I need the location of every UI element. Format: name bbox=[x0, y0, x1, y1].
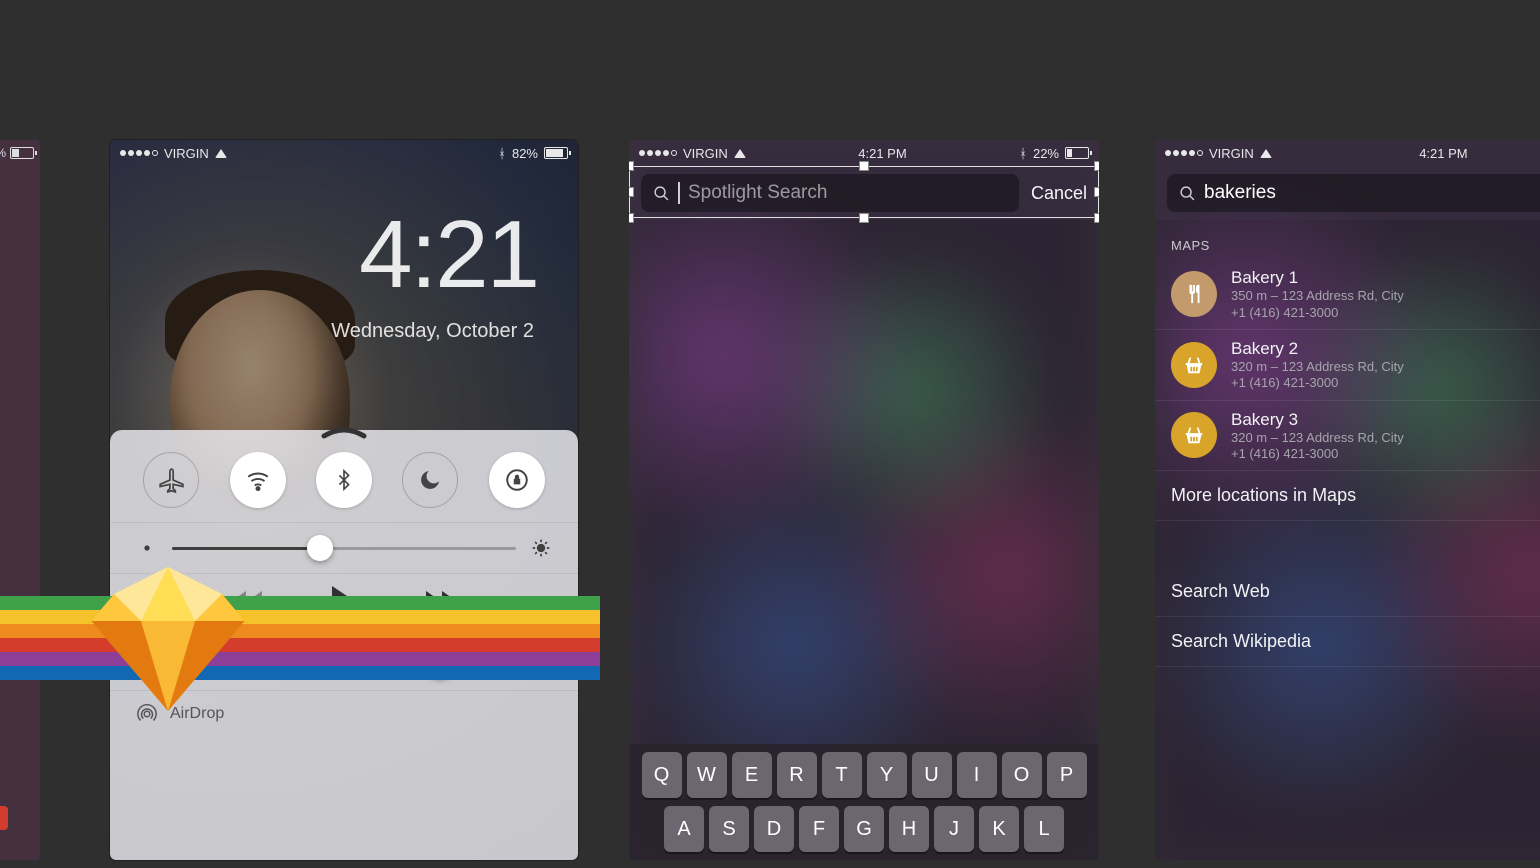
carrier-label: VIRGIN bbox=[683, 146, 728, 161]
key-o[interactable]: O bbox=[1002, 752, 1042, 798]
battery-icon bbox=[544, 147, 568, 159]
result-address: 320 m – 123 Address Rd, City bbox=[1231, 359, 1404, 375]
artboard-spotlight-results[interactable]: Spotlight Results VIRGIN 4:21 PM bakerie… bbox=[1155, 140, 1540, 860]
wifi-toggle[interactable] bbox=[230, 452, 286, 508]
key-w[interactable]: W bbox=[687, 752, 727, 798]
key-s[interactable]: S bbox=[709, 806, 749, 852]
result-row[interactable]: Bakery 2320 m – 123 Address Rd, City+1 (… bbox=[1155, 330, 1540, 401]
keyboard-row-1: QWERTYUIOP bbox=[633, 752, 1095, 798]
result-title: Bakery 1 bbox=[1231, 267, 1404, 288]
search-web-button[interactable]: Search Web bbox=[1155, 567, 1540, 617]
result-row[interactable]: Bakery 3320 m – 123 Address Rd, City+1 (… bbox=[1155, 401, 1540, 472]
search-query: bakeries bbox=[1204, 182, 1276, 204]
result-phone: +1 (416) 421-3000 bbox=[1231, 375, 1404, 391]
bluetooth-toggle[interactable] bbox=[316, 452, 372, 508]
result-phone: +1 (416) 421-3000 bbox=[1231, 305, 1404, 321]
search-bar: Spotlight Search Cancel bbox=[629, 166, 1099, 220]
grabber-icon[interactable] bbox=[320, 424, 368, 440]
result-title: Bakery 2 bbox=[1231, 338, 1404, 359]
key-t[interactable]: T bbox=[822, 752, 862, 798]
search-placeholder: Spotlight Search bbox=[688, 182, 827, 204]
red-badge: 12 bbox=[0, 806, 8, 830]
key-j[interactable]: J bbox=[934, 806, 974, 852]
result-address: 320 m – 123 Address Rd, City bbox=[1231, 430, 1404, 446]
battery-icon bbox=[10, 147, 34, 159]
artboard-control-centre[interactable]: Control Centre VIRGIN ᚼ 82% 4:21 Wednesd… bbox=[110, 140, 578, 860]
keyboard-row-2: ASDFGHJKL bbox=[633, 806, 1095, 852]
status-bar-edge: % bbox=[0, 146, 34, 160]
cancel-button[interactable]: Cancel bbox=[1031, 183, 1087, 204]
bluetooth-icon: ᚼ bbox=[498, 146, 506, 161]
key-l[interactable]: L bbox=[1024, 806, 1064, 852]
sketch-logo-icon bbox=[78, 540, 258, 720]
carrier-label: VIRGIN bbox=[1209, 146, 1254, 161]
search-icon bbox=[653, 185, 670, 202]
key-g[interactable]: G bbox=[844, 806, 884, 852]
text-caret bbox=[678, 182, 680, 204]
search-input[interactable]: Spotlight Search bbox=[641, 174, 1019, 212]
keyboard[interactable]: QWERTYUIOP ASDFGHJKL bbox=[629, 744, 1099, 860]
fork-knife-icon bbox=[1171, 271, 1217, 317]
battery-pct: 82% bbox=[512, 146, 538, 161]
search-wikipedia-button[interactable]: Search Wikipedia bbox=[1155, 617, 1540, 667]
search-bar: bakeries bbox=[1155, 166, 1540, 220]
battery-icon bbox=[1065, 147, 1089, 159]
status-bar: VIRGIN ᚼ 82% bbox=[110, 140, 578, 166]
signal-dots-icon bbox=[639, 150, 677, 156]
airplane-toggle[interactable] bbox=[143, 452, 199, 508]
key-r[interactable]: R bbox=[777, 752, 817, 798]
result-row[interactable]: Bakery 1350 m – 123 Address Rd, City+1 (… bbox=[1155, 259, 1540, 330]
lock-date: Wednesday, October 2 bbox=[331, 320, 534, 343]
bluetooth-icon: ᚼ bbox=[1019, 146, 1027, 161]
status-time: 4:21 PM bbox=[858, 146, 906, 161]
battery-pct: % bbox=[0, 146, 6, 160]
search-input[interactable]: bakeries bbox=[1167, 174, 1540, 212]
wifi-icon bbox=[734, 149, 746, 158]
artboard-spotlight-search[interactable]: Spotlight Search VIRGIN 4:21 PM ᚼ 22% Sp… bbox=[629, 140, 1099, 860]
key-h[interactable]: H bbox=[889, 806, 929, 852]
key-y[interactable]: Y bbox=[867, 752, 907, 798]
key-k[interactable]: K bbox=[979, 806, 1019, 852]
wifi-icon bbox=[1260, 149, 1272, 158]
key-i[interactable]: I bbox=[957, 752, 997, 798]
key-d[interactable]: D bbox=[754, 806, 794, 852]
status-bar: VIRGIN 4:21 PM ᚼ 22% bbox=[629, 140, 1099, 166]
dnd-toggle[interactable] bbox=[402, 452, 458, 508]
battery-pct: 22% bbox=[1033, 146, 1059, 161]
key-p[interactable]: P bbox=[1047, 752, 1087, 798]
carrier-label: VIRGIN bbox=[164, 146, 209, 161]
basket-icon bbox=[1171, 412, 1217, 458]
key-e[interactable]: E bbox=[732, 752, 772, 798]
result-title: Bakery 3 bbox=[1231, 409, 1404, 430]
signal-dots-icon bbox=[1165, 150, 1203, 156]
key-q[interactable]: Q bbox=[642, 752, 682, 798]
signal-dots-icon bbox=[120, 150, 158, 156]
brightness-high-icon bbox=[530, 537, 552, 559]
status-time: 4:21 PM bbox=[1419, 146, 1467, 161]
lock-time: 4:21 bbox=[359, 200, 538, 310]
wifi-icon bbox=[215, 149, 227, 158]
artboard-edge: % 12 bbox=[0, 140, 40, 860]
search-icon bbox=[1179, 185, 1196, 202]
toggle-row bbox=[110, 430, 578, 522]
basket-icon bbox=[1171, 342, 1217, 388]
status-bar: VIRGIN 4:21 PM bbox=[1155, 140, 1540, 166]
result-address: 350 m – 123 Address Rd, City bbox=[1231, 288, 1404, 304]
key-u[interactable]: U bbox=[912, 752, 952, 798]
result-phone: +1 (416) 421-3000 bbox=[1231, 446, 1404, 462]
key-a[interactable]: A bbox=[664, 806, 704, 852]
rotation-lock-toggle[interactable] bbox=[489, 452, 545, 508]
more-in-maps-button[interactable]: More locations in Maps bbox=[1155, 471, 1540, 521]
key-f[interactable]: F bbox=[799, 806, 839, 852]
section-header-maps: MAPS bbox=[1155, 228, 1540, 259]
results-list: MAPS Bakery 1350 m – 123 Address Rd, Cit… bbox=[1155, 228, 1540, 667]
